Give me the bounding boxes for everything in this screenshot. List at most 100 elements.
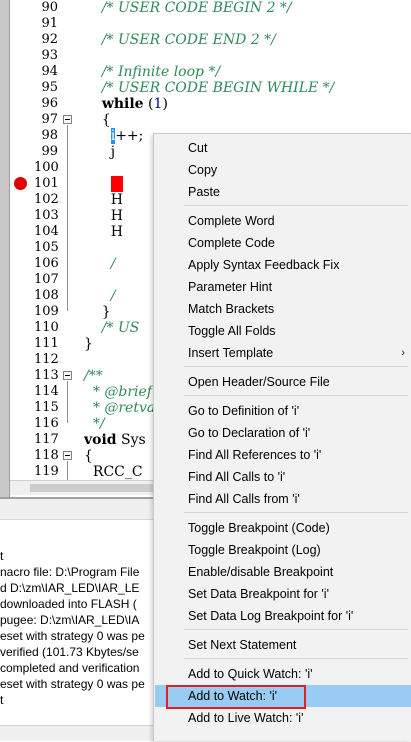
code-text: H [84,176,123,192]
line-number: 113 [34,368,59,383]
line-number: 111 [34,336,59,351]
code-text: H [84,224,123,240]
code-token: H [110,176,123,192]
code-line[interactable]: 95 /* USER CODE BEGIN WHILE */ [0,80,411,96]
code-text: j [84,144,115,160]
code-text: /* USER CODE END 2 */ [84,32,276,48]
line-number: 98 [41,128,58,143]
menu-item-label: Complete Code [188,236,275,250]
log-line: nacro file: D:\Program File [0,565,140,579]
code-text: H [84,192,123,208]
code-text: / [84,288,116,304]
fold-collapse-icon[interactable] [63,451,72,460]
menu-item-set-next-statement[interactable]: Set Next Statement [155,634,411,656]
line-number: 105 [34,240,59,255]
menu-item-label: Set Data Log Breakpoint for 'i' [188,609,354,623]
menu-item-label: Add to Watch: 'i' [188,689,278,703]
code-line[interactable]: 92 /* USER CODE END 2 */ [0,32,411,48]
menu-item-label: Toggle All Folds [188,324,276,338]
menu-separator [184,512,408,513]
menu-item-complete-word[interactable]: Complete Word [155,210,411,232]
code-line[interactable]: 97 { [0,112,411,128]
code-text: } [84,304,111,320]
code-text: / [84,256,116,272]
code-token: /* US [84,320,140,336]
code-token: ++; [115,128,144,144]
log-line: verified (101.73 Kbytes/se [0,645,139,659]
menu-item-add-to-watch-i[interactable]: Add to Watch: 'i' [155,685,411,707]
code-line[interactable]: 94 /* Infinite loop */ [0,64,411,80]
code-token: ) [162,96,168,112]
menu-item-enable-disable-breakpoint[interactable]: Enable/disable Breakpoint [155,561,411,583]
menu-item-toggle-breakpoint-code[interactable]: Toggle Breakpoint (Code) [155,517,411,539]
menu-item-set-data-log-breakpoint-for-i[interactable]: Set Data Log Breakpoint for 'i' [155,605,411,627]
code-text: H [84,208,123,224]
menu-item-match-brackets[interactable]: Match Brackets [155,298,411,320]
menu-item-set-data-breakpoint-for-i[interactable]: Set Data Breakpoint for 'i' [155,583,411,605]
menu-item-label: Apply Syntax Feedback Fix [188,258,340,272]
fold-collapse-icon[interactable] [63,115,72,124]
code-token: /** [84,368,103,384]
code-line[interactable]: 93 [0,48,411,64]
code-text: { [84,112,111,128]
code-line[interactable]: 96 while (1) [0,96,411,112]
log-line: t [0,693,4,707]
code-token: H [84,208,123,224]
breakpoint-icon[interactable] [14,177,27,190]
menu-item-go-to-declaration-of-i[interactable]: Go to Declaration of 'i' [155,422,411,444]
menu-item-open-header-source-file[interactable]: Open Header/Source File [155,371,411,393]
menu-item-add-to-quick-watch-i[interactable]: Add to Quick Watch: 'i' [155,663,411,685]
line-number: 119 [34,464,59,479]
menu-item-label: Set Next Statement [188,638,297,652]
menu-item-find-all-calls-to-i[interactable]: Find All Calls to 'i' [155,466,411,488]
code-token: } [84,304,111,320]
code-text: * @brief [84,384,152,400]
code-token: } [84,336,93,352]
menu-separator [184,205,408,206]
line-number: 94 [41,64,58,79]
line-number: 107 [34,272,59,287]
code-token: * @brief [84,384,152,400]
menu-item-find-all-references-to-i[interactable]: Find All References to 'i' [155,444,411,466]
menu-item-toggle-breakpoint-log[interactable]: Toggle Breakpoint (Log) [155,539,411,561]
fold-collapse-icon[interactable] [63,371,72,380]
menu-item-insert-template[interactable]: Insert Template › [155,342,411,364]
line-number: 95 [41,80,58,95]
line-number: 97 [41,112,58,127]
code-token: ( [143,96,154,112]
code-text: while (1) [84,96,168,112]
code-line[interactable]: 90 /* USER CODE BEGIN 2 */ [0,0,411,16]
menu-item-paste[interactable]: Paste [155,181,411,203]
line-number: 99 [41,144,58,159]
line-number: 90 [41,0,58,15]
code-token: /* USER CODE END 2 */ [84,32,276,48]
line-number: 117 [34,432,59,447]
menu-item-go-to-definition-of-i[interactable]: Go to Definition of 'i' [155,400,411,422]
code-text: i++; [84,128,143,144]
menu-item-copy[interactable]: Copy [155,159,411,181]
line-number: 92 [41,32,58,47]
code-token: j [84,144,116,160]
code-text: * @retval [84,400,160,416]
scrollbar-thumb[interactable] [30,484,160,492]
menu-item-label: Enable/disable Breakpoint [188,565,334,579]
menu-item-toggle-all-folds[interactable]: Toggle All Folds [155,320,411,342]
fold-guide-line [67,125,68,311]
code-text: /* Infinite loop */ [84,64,220,80]
menu-item-label: Go to Declaration of 'i' [188,426,311,440]
menu-item-add-to-live-watch-i[interactable]: Add to Live Watch: 'i' [155,707,411,729]
code-line[interactable]: 91 [0,16,411,32]
menu-item-apply-syntax-feedback-fix[interactable]: Apply Syntax Feedback Fix [155,254,411,276]
menu-item-cut[interactable]: Cut [155,137,411,159]
menu-item-label: Cut [188,141,208,155]
menu-item-complete-code[interactable]: Complete Code [155,232,411,254]
code-text: } [84,336,93,352]
submenu-arrow-icon: › [401,347,405,359]
code-text: /* USER CODE BEGIN WHILE */ [84,80,335,96]
line-number: 91 [41,16,58,31]
menu-item-parameter-hint[interactable]: Parameter Hint [155,276,411,298]
menu-item-find-all-calls-from-i[interactable]: Find All Calls from 'i' [155,488,411,510]
menu-item-label: Add to Live Watch: 'i' [188,711,304,725]
